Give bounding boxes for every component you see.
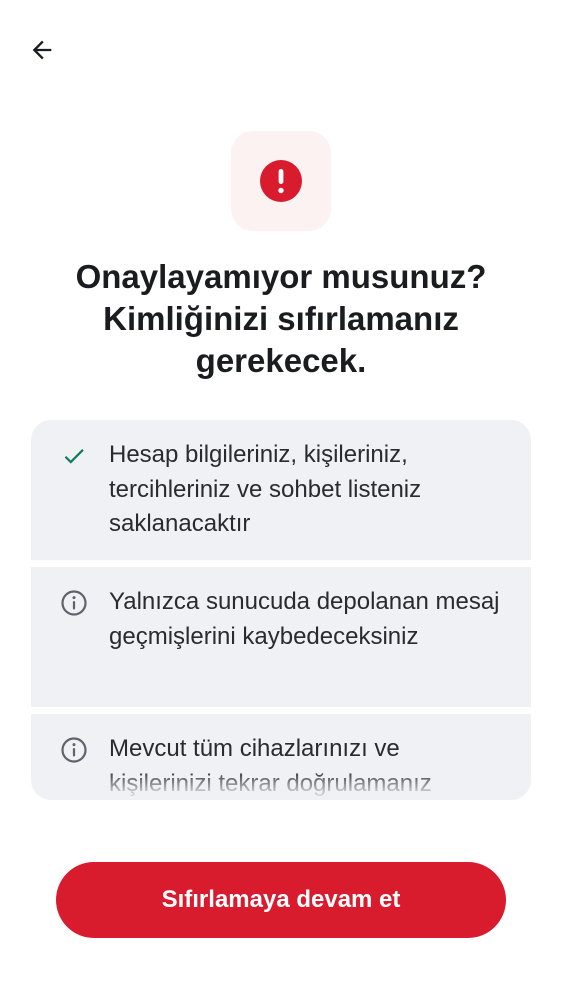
info-card-text: Hesap bilgileriniz, kişileriniz, tercihl…	[109, 441, 422, 537]
title-line-1: Onaylayamıyor musunuz?	[75, 258, 487, 295]
info-card-lost-history: Yalnızca sunucuda depolanan mesaj geçmiş…	[31, 567, 531, 707]
checkmark-icon	[60, 442, 88, 470]
title-line-2: Kimliğinizi sıfırlamanız	[103, 300, 459, 337]
info-card-text: Yalnızca sunucuda depolanan mesaj geçmiş…	[109, 588, 500, 650]
page-title: Onaylayamıyor musunuz? Kimliğinizi sıfır…	[40, 256, 522, 382]
back-button[interactable]	[18, 26, 66, 74]
hero-icon-container	[231, 131, 331, 231]
title-line-3: gerekecek.	[195, 342, 367, 379]
error-exclamation-icon	[260, 160, 302, 202]
info-card-reverify: Mevcut tüm cihazlarınızı ve kişilerinizi…	[31, 714, 531, 800]
arrow-left-icon	[32, 40, 52, 60]
continue-reset-button[interactable]: Sıfırlamaya devam et	[56, 862, 506, 938]
info-card-retained-data: Hesap bilgileriniz, kişileriniz, tercihl…	[31, 420, 531, 560]
info-card-text: Mevcut tüm cihazlarınızı ve kişilerinizi…	[109, 735, 432, 797]
info-icon	[60, 736, 88, 764]
info-card-list[interactable]: Hesap bilgileriniz, kişileriniz, tercihl…	[31, 420, 531, 800]
info-icon	[60, 589, 88, 617]
